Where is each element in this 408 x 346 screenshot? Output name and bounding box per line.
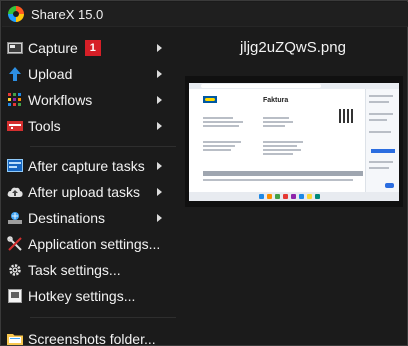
window-title: ShareX 15.0 [31, 6, 104, 22]
menu-label-after-upload-tasks: After upload tasks [28, 184, 141, 200]
preview-filename[interactable]: jljg2uZQwS.png [181, 39, 405, 56]
submenu-arrow-icon [157, 162, 162, 170]
cloud-upload-icon [7, 184, 23, 200]
thumb-text-line [203, 125, 239, 127]
thumb-side-panel [365, 89, 399, 192]
submenu-arrow-icon [157, 122, 162, 130]
menu-label-capture: Capture [28, 40, 78, 56]
thumb-taskbar-icon [307, 194, 312, 199]
submenu-arrow-icon [157, 214, 162, 222]
thumb-text-line [369, 95, 393, 97]
thumb-text-line [369, 161, 393, 163]
menu-label-application-settings: Application settings... [28, 236, 161, 252]
thumb-taskbar-icon [259, 194, 264, 199]
menu-item-hotkey-settings[interactable]: Hotkey settings... [2, 285, 178, 307]
thumb-invoice-heading: Faktura [263, 97, 289, 104]
menu-label-workflows: Workflows [28, 92, 93, 108]
thumb-text-line [263, 117, 289, 119]
thumb-text-line [263, 149, 301, 151]
menu-label-upload: Upload [28, 66, 73, 82]
gear-icon [7, 262, 23, 278]
thumb-text-line [203, 121, 243, 123]
thumb-text-line [263, 121, 293, 123]
capture-icon [7, 40, 23, 56]
thumb-accent-button [385, 183, 394, 188]
thumb-taskbar-icon [283, 194, 288, 199]
thumb-text-line [203, 149, 231, 151]
wrench-screwdriver-icon [7, 236, 23, 252]
thumb-text-line [203, 117, 233, 119]
sharex-main-window: ShareX 15.0 Capture 1 Upload Workflows T… [0, 0, 408, 346]
thumb-taskbar-icon [291, 194, 296, 199]
thumb-text-line [369, 101, 389, 103]
submenu-arrow-icon [157, 188, 162, 196]
after-capture-icon [7, 158, 23, 174]
thumb-text-line [369, 131, 391, 133]
thumb-text-line [263, 153, 293, 155]
menu-label-tools: Tools [28, 118, 61, 134]
submenu-arrow-icon [157, 44, 162, 52]
thumb-text-line [203, 145, 235, 147]
thumb-text-line [263, 141, 303, 143]
thumb-taskbar-icon [267, 194, 272, 199]
thumb-text-line [203, 141, 241, 143]
submenu-arrow-icon [157, 96, 162, 104]
thumb-text-line [263, 145, 297, 147]
thumb-text-line [369, 119, 387, 121]
screenshot-preview[interactable]: Faktura [185, 76, 403, 207]
workflows-grid-icon [7, 92, 23, 108]
thumb-qr-code [339, 109, 353, 123]
thumb-ikea-logo [203, 96, 217, 103]
menu-item-destinations[interactable]: Destinations [2, 207, 178, 229]
menu-item-workflows[interactable]: Workflows [2, 89, 178, 111]
thumb-taskbar-icon [315, 194, 320, 199]
tools-icon [7, 118, 23, 134]
thumb-table-header [203, 171, 363, 176]
thumb-text-line [203, 179, 353, 181]
keyboard-icon [7, 288, 23, 304]
thumb-url-bar [201, 84, 321, 88]
menu-label-destinations: Destinations [28, 210, 106, 226]
menu-item-task-settings[interactable]: Task settings... [2, 259, 178, 281]
menu-item-upload[interactable]: Upload [2, 63, 178, 85]
menu-item-application-settings[interactable]: Application settings... [2, 233, 178, 255]
submenu-arrow-icon [157, 70, 162, 78]
thumb-accent-bar [371, 149, 395, 153]
menu-item-capture[interactable]: Capture 1 [2, 37, 178, 59]
thumb-text-line [369, 167, 389, 169]
menu-separator [30, 317, 176, 318]
folder-icon [7, 331, 23, 346]
menu-label-screenshots-folder: Screenshots folder... [28, 331, 156, 346]
destinations-icon [7, 210, 23, 226]
menu-item-after-upload-tasks[interactable]: After upload tasks [2, 181, 178, 203]
title-bar: ShareX 15.0 [2, 2, 408, 27]
menu-label-task-settings: Task settings... [28, 262, 121, 278]
menu-item-tools[interactable]: Tools [2, 115, 178, 137]
thumb-taskbar-icon [275, 194, 280, 199]
menu-label-hotkey-settings: Hotkey settings... [28, 288, 136, 304]
menu-item-after-capture-tasks[interactable]: After capture tasks [2, 155, 178, 177]
menu-label-after-capture-tasks: After capture tasks [28, 158, 145, 174]
upload-arrow-icon [7, 66, 23, 82]
screenshot-thumbnail[interactable]: Faktura [189, 83, 399, 201]
thumb-text-line [369, 113, 393, 115]
thumb-taskbar-icon [299, 194, 304, 199]
thumb-text-line [263, 125, 285, 127]
menu-separator [30, 146, 176, 147]
menu-item-screenshots-folder[interactable]: Screenshots folder... [2, 328, 178, 346]
sharex-logo-icon [8, 6, 24, 22]
notification-badge: 1 [84, 40, 101, 56]
